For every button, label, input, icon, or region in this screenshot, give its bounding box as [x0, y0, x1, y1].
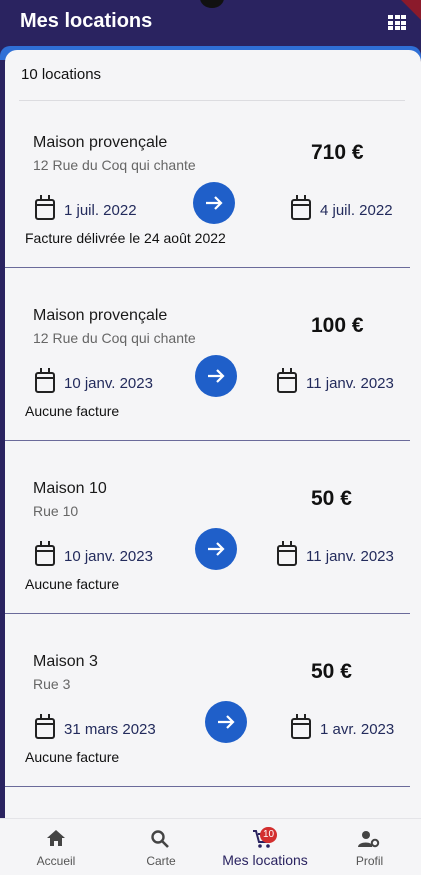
- rental-card[interactable]: Maison 10 Rue 10 50 € 10 janv. 2023 11 j…: [5, 447, 421, 620]
- nav-label: Accueil: [36, 854, 76, 868]
- rental-price: 50 €: [311, 660, 352, 683]
- rental-price: 100 €: [311, 314, 364, 337]
- rental-price: 50 €: [311, 487, 352, 510]
- rental-address: 12 Rue du Coq qui chante: [33, 330, 196, 346]
- calendar-icon: [277, 541, 297, 566]
- rental-name: Maison provençale: [33, 134, 168, 151]
- nav-label: Profil: [355, 854, 384, 868]
- rentals-count: 10 locations: [21, 66, 102, 83]
- rental-card[interactable]: Maison 3 Rue 3 50 € 31 mars 2023 1 avr. …: [5, 620, 421, 793]
- calendar-icon: [35, 368, 55, 393]
- nav-label: Mes locations: [222, 852, 308, 868]
- arrow-right-button[interactable]: [205, 701, 247, 743]
- divider: [5, 786, 410, 787]
- rental-address: 12 Rue du Coq qui chante: [33, 157, 196, 173]
- bottom-navigation: Accueil Carte 10 Mes locations Profil: [0, 818, 421, 875]
- rental-card[interactable]: Maison provençale 12 Rue du Coq qui chan…: [5, 274, 421, 447]
- rentals-list[interactable]: 10 locations Maison provençale 12 Rue du…: [5, 50, 421, 820]
- nav-item-accueil[interactable]: Accueil: [0, 819, 112, 875]
- app-bar: Mes locations: [0, 0, 421, 52]
- start-date: 10 janv. 2023: [64, 375, 153, 392]
- invoice-status: Facture délivrée le 24 août 2022: [25, 230, 226, 246]
- rental-name: Maison 3: [33, 653, 98, 670]
- rental-address: Rue 3: [33, 676, 71, 692]
- end-date: 4 juil. 2022: [320, 202, 393, 219]
- invoice-status: Aucune facture: [25, 403, 120, 419]
- nav-item-mes-locations[interactable]: 10 Mes locations: [212, 819, 318, 875]
- calendar-icon: [291, 714, 311, 739]
- calendar-icon: [35, 541, 55, 566]
- arrow-right-icon: [208, 542, 225, 556]
- end-date: 11 janv. 2023: [306, 375, 394, 392]
- divider: [5, 267, 410, 268]
- arrow-right-icon: [218, 715, 235, 729]
- arrow-right-button[interactable]: [195, 528, 237, 570]
- calendar-icon: [277, 368, 297, 393]
- rental-price: 710 €: [311, 141, 364, 164]
- calendar-icon: [35, 195, 55, 220]
- rental-name: Maison 10: [33, 480, 107, 497]
- rental-name: Maison provençale: [33, 307, 168, 324]
- divider: [5, 440, 410, 441]
- end-date: 11 janv. 2023: [306, 548, 394, 565]
- home-icon: [47, 830, 65, 846]
- invoice-status: Aucune facture: [25, 576, 120, 592]
- nav-item-profil[interactable]: Profil: [318, 819, 421, 875]
- page-title: Mes locations: [20, 10, 153, 32]
- start-date: 1 juil. 2022: [64, 202, 137, 219]
- calendar-icon: [35, 714, 55, 739]
- start-date: 31 mars 2023: [64, 721, 156, 738]
- arrow-right-icon: [206, 196, 223, 210]
- rental-address: Rue 10: [33, 503, 79, 519]
- search-icon: [151, 830, 169, 848]
- divider: [5, 613, 410, 614]
- grid-menu-icon[interactable]: [388, 15, 406, 31]
- arrow-right-icon: [208, 369, 225, 383]
- user-settings-icon: [358, 831, 380, 848]
- invoice-status: Aucune facture: [25, 749, 120, 765]
- cart-badge: 10: [260, 827, 278, 843]
- nav-label: Carte: [146, 854, 176, 868]
- arrow-right-button[interactable]: [195, 355, 237, 397]
- arrow-right-button[interactable]: [193, 182, 235, 224]
- end-date: 1 avr. 2023: [320, 721, 395, 738]
- camera-cutout: [200, 0, 224, 8]
- calendar-icon: [291, 195, 311, 220]
- nav-item-carte[interactable]: Carte: [106, 819, 216, 875]
- start-date: 10 janv. 2023: [64, 548, 153, 565]
- rental-card[interactable]: Maison provençale 12 Rue du Coq qui chan…: [5, 101, 421, 274]
